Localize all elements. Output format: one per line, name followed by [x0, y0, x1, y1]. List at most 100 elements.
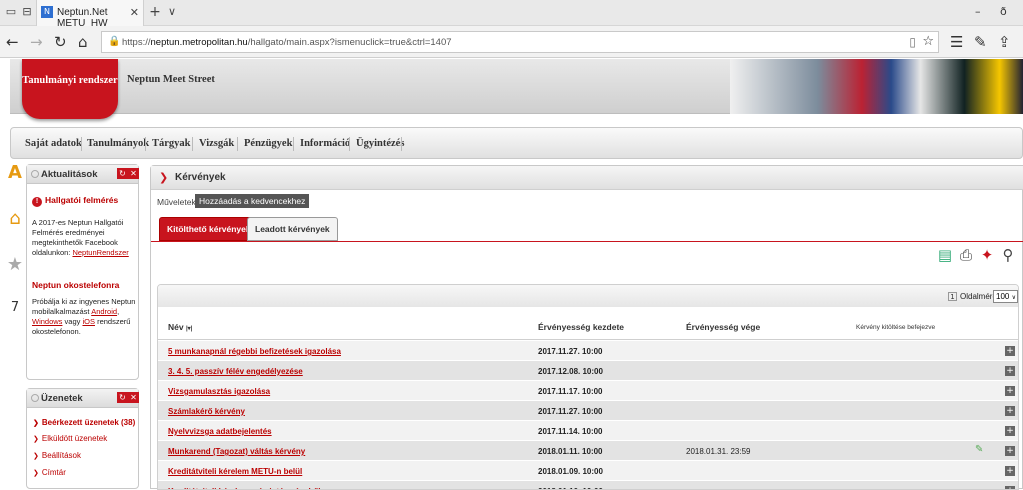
edit-pencil-icon[interactable]: ✎ — [975, 444, 983, 455]
request-name-link[interactable]: 3. 4. 5. passzív félév engedélyezése — [168, 367, 303, 376]
expand-row-icon[interactable]: + — [1005, 466, 1015, 476]
back-icon[interactable]: ← — [6, 33, 19, 51]
calendar-icon[interactable]: 7 — [4, 300, 26, 326]
android-link[interactable]: Android — [91, 307, 117, 316]
table-row[interactable]: 3. 4. 5. passzív félév engedélyezése 2017… — [158, 361, 1018, 381]
new-tab-icon[interactable]: + — [148, 5, 162, 19]
sent-link[interactable]: ❯ Elküldött üzenetek — [33, 434, 107, 443]
minimize-icon[interactable]: – — [975, 5, 981, 18]
reading-view-icon[interactable]: ▯ — [909, 35, 916, 49]
logo-shield[interactable]: Tanulmányi rendszer — [22, 59, 118, 119]
tab-actions-icon[interactable]: ▭ — [4, 5, 18, 19]
column-header-name[interactable]: Név |▾| — [168, 322, 192, 332]
directory-link[interactable]: ❯ Címtár — [33, 468, 66, 477]
column-header-end[interactable]: Érvényesség vége — [686, 322, 760, 332]
neptun-favicon-icon: N — [41, 6, 53, 18]
home-icon[interactable]: ⌂ — [78, 33, 88, 51]
windows-link[interactable]: Windows — [32, 317, 62, 326]
home-side-icon[interactable]: ⌂ — [4, 208, 26, 234]
news-a-icon[interactable]: A — [4, 162, 26, 188]
menu-item-tanulmanyok[interactable]: Tanulmányok — [87, 138, 149, 149]
requests-panel: ❯ Kérvények Műveletek: Hozzáadás a kedve… — [150, 165, 1023, 490]
facebook-link[interactable]: NeptunRendszer — [72, 248, 128, 257]
expand-row-icon[interactable]: + — [1005, 406, 1015, 416]
table-row[interactable]: Kreditátviteli kérelem METU-n belül 2018.… — [158, 461, 1018, 481]
menu-item-vizsgak[interactable]: Vizsgák — [199, 138, 234, 149]
menu-item-targyak[interactable]: Tárgyak — [152, 138, 191, 149]
news-item-text: A 2017-es Neptun Hallgatói Felmérés ered… — [32, 218, 129, 257]
browser-tab[interactable]: N Neptun.Net METU_HW ✕ — [36, 0, 144, 29]
tab-close-icon[interactable]: ✕ — [130, 6, 139, 19]
request-name-link[interactable]: Nyelvvizsga adatbejelentés — [168, 427, 272, 436]
expand-row-icon[interactable]: + — [1005, 346, 1015, 356]
url-text[interactable]: https://neptun.metropolitan.hu/hallgato/… — [122, 37, 452, 48]
request-start-date: 2017.11.27. 10:00 — [538, 347, 603, 356]
menu-separator — [192, 137, 193, 151]
tab-fillable-requests[interactable]: Kitölthető kérvények — [159, 217, 259, 241]
request-start-date: 2018.01.11. 10:00 — [538, 447, 603, 456]
requests-table: 1 Oldalméret 100 ∨ Név |▾| Érvényesség k… — [157, 284, 1019, 490]
column-header-done[interactable]: Kérvény kitöltése befejezve — [856, 324, 935, 331]
menu-item-penzugyek[interactable]: Pénzügyek — [244, 138, 292, 149]
arrow-icon: ❯ — [33, 453, 39, 460]
pin-icon[interactable]: ✦ — [979, 246, 995, 270]
url-bar[interactable]: 🔒 https://neptun.metropolitan.hu/hallgat… — [101, 31, 939, 53]
expand-row-icon[interactable]: + — [1005, 386, 1015, 396]
page-size-select[interactable]: 100 ∨ — [993, 290, 1018, 303]
column-header-start[interactable]: Érvényesség kezdete — [538, 322, 624, 332]
messages-panel-header: Üzenetek ↻ ✕ — [27, 389, 139, 408]
request-name-link[interactable]: Számlakérő kérvény — [168, 407, 245, 416]
ios-link[interactable]: iOS — [82, 317, 95, 326]
table-row[interactable]: Munkarend (Tagozat) váltás kérvény 2018.0… — [158, 441, 1018, 461]
expand-row-icon[interactable]: + — [1005, 426, 1015, 436]
add-to-favorites-button[interactable]: Hozzáadás a kedvencekhez — [195, 194, 310, 208]
forward-icon[interactable]: → — [30, 33, 43, 51]
favorites-hub-icon[interactable]: ☰ — [950, 33, 963, 51]
panel-refresh-icon[interactable]: ↻ — [117, 392, 128, 403]
request-name-link[interactable]: Kreditátviteli kérelem METU-n belül — [168, 467, 302, 476]
messages-panel: Üzenetek ↻ ✕ ❯ Beérkezett üzenetek (38) ❯… — [26, 388, 139, 489]
expand-row-icon[interactable]: + — [1005, 366, 1015, 376]
request-name-link[interactable]: 5 munkanapnál régebbi befizetések igazol… — [168, 347, 341, 356]
settings-link[interactable]: ❯ Beállítások — [33, 451, 81, 460]
tab-list-icon[interactable]: ∨ — [165, 5, 179, 19]
panel-close-icon[interactable]: ✕ — [128, 168, 139, 179]
expand-row-icon[interactable]: + — [1005, 486, 1015, 489]
panel-refresh-icon[interactable]: ↻ — [117, 168, 128, 179]
table-row[interactable]: Nyelvvizsga adatbejelentés 2017.11.14. 10… — [158, 421, 1018, 441]
table-header: Név |▾| Érvényesség kezdete Érvényesség … — [158, 307, 1018, 340]
request-name-link[interactable]: Munkarend (Tagozat) váltás kérvény — [168, 447, 305, 456]
favorite-star-icon[interactable]: ☆ — [922, 34, 934, 49]
menu-separator — [237, 137, 238, 151]
notes-pen-icon[interactable]: ✎ — [974, 33, 987, 51]
menu-separator — [145, 137, 146, 151]
inbox-link[interactable]: ❯ Beérkezett üzenetek (38) — [33, 418, 135, 427]
favorites-star-icon[interactable]: ★ — [4, 254, 26, 280]
request-end-date: 2018.01.31. 23:59 — [686, 447, 751, 456]
menu-item-sajat-adatok[interactable]: Saját adatok — [25, 138, 82, 149]
share-icon[interactable]: ⇪ — [998, 33, 1011, 51]
news-item-title: Neptun okostelefonra — [32, 280, 120, 290]
tab-submitted-requests[interactable]: Leadott kérvények — [247, 217, 338, 241]
table-row[interactable]: Vizsgamulasztás igazolása 2017.11.17. 10:… — [158, 381, 1018, 401]
request-name-link[interactable]: Vizsgamulasztás igazolása — [168, 387, 270, 396]
restore-icon[interactable]: ð — [1000, 5, 1007, 18]
tab-preview-icon[interactable]: ⊟ — [20, 5, 34, 19]
print-icon[interactable]: ⎙ — [958, 246, 974, 270]
search-magnifier-icon[interactable]: ⚲ — [1000, 246, 1016, 270]
page-number[interactable]: 1 — [948, 292, 957, 301]
panel-close-icon[interactable]: ✕ — [128, 392, 139, 403]
menu-item-ugyintezes[interactable]: Ügyintézés — [356, 138, 404, 149]
menu-item-informacio[interactable]: Információ — [300, 138, 350, 149]
meet-street-link[interactable]: Neptun Meet Street — [127, 74, 215, 85]
main-menu: Saját adatok Tanulmányok Tárgyak Vizsgák… — [10, 127, 1023, 159]
browser-tab-bar: ▭ ⊟ N Neptun.Net METU_HW ✕ + ∨ – ð — [0, 0, 1023, 29]
news-item-title: ! Hallgatói felmérés — [32, 195, 118, 207]
refresh-icon[interactable]: ↻ — [54, 33, 67, 51]
table-row[interactable]: 5 munkanapnál régebbi befizetések igazol… — [158, 341, 1018, 361]
menu-separator — [401, 137, 402, 151]
excel-export-icon[interactable]: ▤ — [937, 246, 953, 270]
table-row[interactable]: Számlakérő kérvény 2017.11.27. 10:00 + — [158, 401, 1018, 421]
expand-row-icon[interactable]: + — [1005, 446, 1015, 456]
menu-separator — [81, 137, 82, 151]
